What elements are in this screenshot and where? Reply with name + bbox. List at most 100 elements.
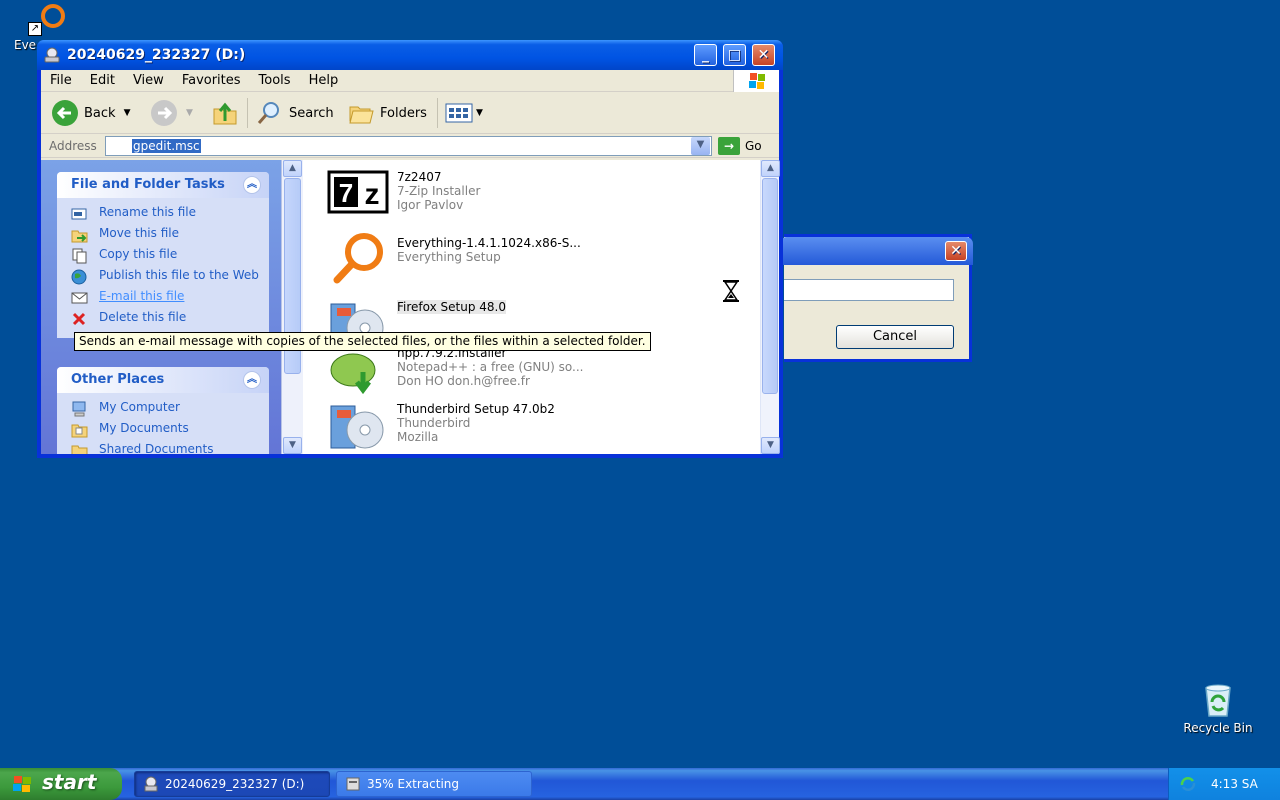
menu-edit[interactable]: Edit [81,70,124,88]
explorer-content: File and Folder Tasks ︽ Rename this file… [41,160,780,454]
windows-logo-icon [733,70,779,92]
explorer-client: File Edit View Favorites Tools Help Back ▼ [41,70,780,454]
recycle-bin-graphic [1205,684,1231,717]
computer-icon [72,401,86,417]
go-button[interactable]: → Go [718,137,762,155]
taskbar-extracting-button[interactable]: 35% Extracting [336,771,532,797]
svg-text:7: 7 [339,178,353,208]
task-label: Move this file [99,226,179,240]
file-list-scroll-thumb[interactable] [762,178,778,394]
extracting-close-button[interactable]: ✕ [945,241,967,261]
scroll-down-arrow-icon[interactable]: ▼ [283,437,302,454]
scroll-down-arrow-icon[interactable]: ▼ [761,437,780,454]
task-label: Delete this file [99,310,187,324]
forward-button[interactable]: ▼ [150,99,193,127]
file-list: 7 z 7z2407 7-Zip Installer Igor Pavlov E… [303,160,760,454]
task-label: Rename this file [99,205,197,219]
address-input[interactable]: gpedit.msc [105,136,712,156]
clock[interactable]: 4:13 SA [1211,777,1258,791]
search-label: Search [289,105,334,121]
folders-icon [349,106,374,124]
folders-label: Folders [380,105,427,121]
other-places-box: Other Places ︽ My Computer My Documents [57,367,269,454]
taskbar-item-label: 35% Extracting [367,777,460,791]
collapse-chevron-icon[interactable]: ︽ [243,371,261,389]
start-button[interactable]: start [0,768,122,800]
file-list-scrollbar[interactable]: ▲ ▼ [760,160,780,454]
task-move[interactable]: Move this file [71,227,261,243]
recycle-bin-icon[interactable]: Recycle Bin [1176,682,1260,742]
views-button[interactable]: ▼ [445,99,483,127]
task-delete[interactable]: Delete this file [71,311,261,327]
file-description: Everything Setup [397,250,501,264]
toolbar-separator [437,98,438,128]
task-email[interactable]: E-mail this file [71,290,261,306]
file-name: Thunderbird Setup 47.0b2 [397,402,555,416]
task-label: Copy this file [99,247,178,261]
move-icon [71,230,88,243]
search-button[interactable]: Search [255,99,334,127]
forward-arrow-icon [151,100,177,126]
file-item-7zip[interactable]: 7 z 7z2407 7-Zip Installer Igor Pavlov [327,164,480,226]
maximize-button[interactable]: □ [723,44,746,66]
close-button[interactable]: ✕ [752,44,775,66]
other-places-header[interactable]: Other Places ︽ [57,367,269,393]
menu-tools[interactable]: Tools [250,70,300,88]
file-item-everything[interactable]: Everything-1.4.1.1024.x86-S... Everythin… [327,230,581,292]
go-arrow-icon: → [718,137,740,155]
search-icon [257,102,279,124]
drive-icon [144,776,158,792]
task-rename[interactable]: Rename this file [71,206,261,222]
back-dropdown-icon[interactable]: ▼ [124,108,131,118]
place-my-documents[interactable]: My Documents [71,422,261,438]
back-arrow-icon [52,100,78,126]
cancel-button[interactable]: Cancel [836,325,954,349]
menu-favorites[interactable]: Favorites [173,70,250,88]
place-my-computer[interactable]: My Computer [71,401,261,417]
7zip-icon: 7 z [327,170,389,214]
drive-icon [44,47,60,63]
window-title: 20240629_232327 (D:) [67,47,246,63]
back-button[interactable]: Back ▼ [51,99,130,127]
extracting-dialog-titlebar[interactable]: ✕ [780,237,973,265]
file-description: Notepad++ : a free (GNU) so... [397,360,584,374]
views-icon [445,103,473,123]
extracting-path-field[interactable] [784,279,954,301]
scroll-up-arrow-icon[interactable]: ▲ [283,160,302,177]
place-shared-documents[interactable]: Shared Documents [71,443,261,454]
scroll-up-arrow-icon[interactable]: ▲ [761,160,780,177]
globe-icon [71,269,87,285]
address-label: Address [49,139,97,153]
task-copy[interactable]: Copy this file [71,248,261,264]
file-folder-tasks-header[interactable]: File and Folder Tasks ︽ [57,172,269,198]
task-pane-scrollbar[interactable]: ▲ ▼ [281,160,303,454]
menu-help[interactable]: Help [300,70,348,88]
shared-folder-icon [71,445,88,454]
views-dropdown-icon: ▼ [476,108,483,118]
taskbar: start 20240629_232327 (D:) 35% Extractin… [0,768,1280,800]
up-folder-button[interactable] [211,99,239,127]
other-places-title: Other Places [71,372,165,387]
archive-icon [346,777,360,791]
task-label: E-mail this file [99,289,185,303]
taskbar-explorer-button[interactable]: 20240629_232327 (D:) [134,771,330,797]
explorer-titlebar[interactable]: 20240629_232327 (D:) _ □ ✕ [37,40,783,70]
folders-button[interactable]: Folders [347,99,427,127]
file-item-thunderbird[interactable]: Thunderbird Setup 47.0b2 Thunderbird Moz… [327,396,555,458]
minimize-button[interactable]: _ [694,44,717,66]
extracting-dialog: ✕ Cancel [780,234,973,362]
network-tray-icon[interactable] [1179,775,1197,793]
toolbar: Back ▼ ▼ Search Folders ▼ [41,92,779,134]
file-company: Igor Pavlov [397,198,464,212]
hourglass-cursor-icon [723,280,739,302]
up-folder-icon [213,102,237,125]
address-value: gpedit.msc [132,139,201,153]
menu-view[interactable]: View [124,70,173,88]
menu-file[interactable]: File [41,70,81,88]
address-dropdown-button[interactable]: ▼ [691,137,710,155]
delete-icon [72,312,86,326]
forward-dropdown-icon: ▼ [186,108,193,118]
file-company: Don HO don.h@free.fr [397,374,530,388]
collapse-chevron-icon[interactable]: ︽ [243,176,261,194]
task-publish[interactable]: Publish this file to the Web [71,269,261,285]
